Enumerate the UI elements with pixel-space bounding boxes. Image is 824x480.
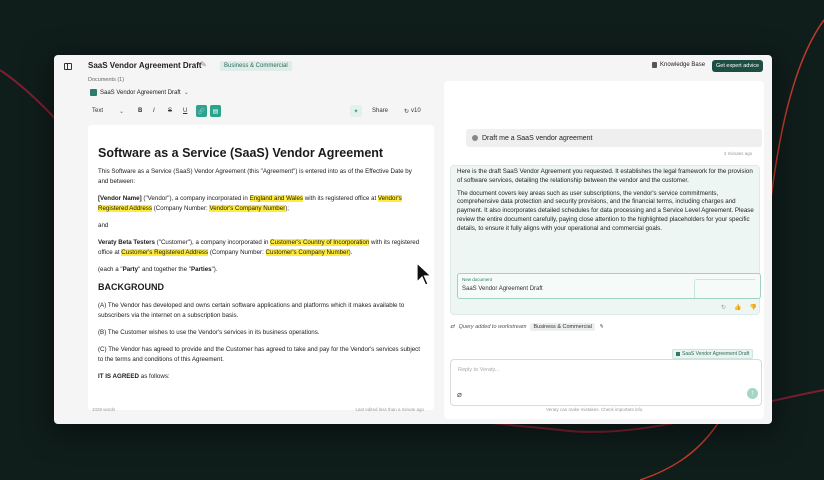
cursor-icon [416,262,432,286]
customer-name: Veraty Beta Testers [98,239,155,246]
thumbs-up-icon[interactable]: 👍 [734,304,741,311]
placeholder-highlight[interactable]: Customer's Country of Incorporation [270,239,370,246]
parties-text: " and together the " [138,266,191,273]
document-thumbnail [694,279,755,298]
document-selector-label: SaaS Vendor Agreement Draft [100,89,181,96]
chat-panel: Draft me a SaaS vendor agreement 2 minut… [444,81,764,419]
customer-text: ("Customer"), a company incorporated in [154,239,271,246]
new-document-card[interactable]: New document SaaS Vendor Agreement Draft [457,273,761,299]
user-message-text: Draft me a SaaS vendor agreement [482,134,593,142]
document-heading: Software as a Service (SaaS) Vendor Agre… [98,146,384,160]
word-count: 1028 words [92,407,116,412]
workstream-note: ⇄ Query added to workstream Business & C… [450,323,603,331]
recital-b: (B) The Customer wishes to use the Vendo… [98,329,320,336]
vendor-text: with its registered office at [303,195,378,202]
and-paragraph: and [98,222,109,229]
context-document-label: SaaS Vendor Agreement Draft [682,351,750,357]
customer-paragraph: Veraty Beta Testers ("Customer"), a comp… [98,238,420,258]
thumbs-down-icon[interactable]: 👎 [750,304,757,311]
parties-text: (each a " [98,266,123,273]
placeholder-highlight[interactable]: Customer's Registered Address [121,249,209,256]
editor-toolbar: Text ⌄ B I S U 🔗 ▤ ✦ Share ↻ v10 [88,105,434,119]
vendor-text: ); [285,205,290,212]
parties-term: Party [122,266,139,273]
recital-a: (A) The Vendor has developed and owns ce… [98,302,405,319]
parties-text: "). [211,266,218,273]
assistant-message: Here is the draft SaaS Vendor Agreement … [450,165,761,315]
last-edited: Last edited less than a minute ago [355,407,424,412]
italic-button[interactable]: I [153,105,155,117]
text-style-label: Text [92,108,104,114]
documents-label: Documents (1) [88,77,125,83]
bold-button[interactable]: B [138,105,142,117]
link-icon[interactable]: 🔗 [196,105,207,117]
user-message: Draft me a SaaS vendor agreement [466,129,762,147]
knowledge-base-button[interactable]: Knowledge Base [652,62,705,68]
card-title: SaaS Vendor Agreement Draft [462,286,543,292]
message-timestamp: 2 minutes ago [724,151,753,156]
card-label: New document [462,277,493,282]
chat-input-placeholder: Reply to Veraty... [458,367,500,373]
recital-c: (C) The Vendor has agreed to provide and… [98,346,420,363]
category-tag[interactable]: Business & Commercial [220,61,292,71]
workstream-icon: ⇄ [450,324,455,330]
vendor-text: (Company Number: [152,205,210,212]
strikethrough-button[interactable]: S [168,105,172,117]
paperclip-icon[interactable]: ⌀ [457,390,462,399]
book-icon [652,62,657,68]
document-icon [90,89,97,96]
send-icon[interactable]: ↑ [747,388,758,399]
intro-paragraph: This Software as a Service (SaaS) Vendor… [98,168,412,185]
refresh-icon[interactable]: ↻ [721,304,726,311]
document-editor[interactable]: Software as a Service (SaaS) Vendor Agre… [88,125,434,410]
customer-text: (Company Number: [208,249,266,256]
placeholder-highlight[interactable]: Vendor's Company Number [209,205,286,212]
parties-term: Parties [190,266,212,273]
editor-footer: 1028 words Last edited less than a minut… [92,407,424,412]
document-selector[interactable]: SaaS Vendor Agreement Draft ⌄ [90,87,189,98]
sidebar-toggle-icon[interactable] [64,63,72,70]
workstream-tag[interactable]: Business & Commercial [530,323,595,331]
document-icon [676,352,680,356]
chevron-down-icon: ⌄ [183,90,189,96]
text-style-select[interactable]: Text ⌄ [92,105,124,117]
workstream-text: Query added to workstream [458,324,527,330]
version-label: v10 [411,108,421,114]
vendor-name: [Vendor Name] [98,195,142,202]
document-title[interactable]: SaaS Vendor Agreement Draft [88,61,202,70]
agreed-paragraph: IT IS AGREED as follows: [98,372,420,382]
knowledge-base-label: Knowledge Base [660,62,706,68]
context-document-tag[interactable]: SaaS Vendor Agreement Draft [672,349,754,359]
parties-paragraph: (each a "Party" and together the "Partie… [98,265,420,275]
pencil-icon[interactable]: ✎ [200,60,207,69]
assistant-paragraph: The document covers key areas such as us… [457,189,754,232]
comment-icon[interactable]: ▤ [210,105,221,117]
vendor-paragraph: [Vendor Name] ("Vendor"), a company inco… [98,194,420,214]
agreed-bold: IT IS AGREED [98,373,140,380]
chevron-down-icon: ⌄ [119,108,125,115]
expert-advice-button[interactable]: Get expert advice [712,60,764,72]
placeholder-highlight[interactable]: England and Wales [249,195,304,202]
disclaimer: Veraty can make mistakes. Check importan… [546,407,644,412]
pencil-icon[interactable]: ✎ [599,324,604,330]
chat-input[interactable]: Reply to Veraty... ⌀ ↑ [450,359,762,406]
underline-button[interactable]: U [183,105,187,117]
history-icon: ↻ [404,108,410,115]
top-bar: SaaS Vendor Agreement Draft ✎ Business &… [54,55,772,79]
assistant-text: Here is the draft SaaS Vendor Agreement … [457,168,757,238]
sparkle-icon[interactable]: ✦ [350,105,362,117]
editor-content[interactable]: Software as a Service (SaaS) Vendor Agre… [98,145,420,389]
version-history-button[interactable]: ↻ v10 [404,105,421,117]
vendor-text: ("Vendor"), a company incorporated in [141,195,250,202]
assistant-paragraph: Here is the draft SaaS Vendor Agreement … [457,168,753,184]
message-actions: ↻ 👍 👎 [721,304,757,311]
agreed-text: as follows: [139,373,170,380]
placeholder-highlight[interactable]: Customer's Company Number [265,249,349,256]
app-window: SaaS Vendor Agreement Draft ✎ Business &… [54,55,772,424]
user-icon [472,135,478,141]
share-button[interactable]: Share [372,105,388,117]
customer-text: ). [348,249,353,256]
background-heading: BACKGROUND [98,282,164,292]
